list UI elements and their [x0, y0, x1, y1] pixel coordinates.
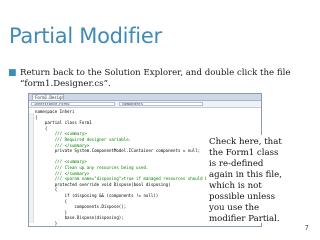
callout-line: which is not — [209, 181, 262, 191]
editor-tab[interactable]: Form1.Designer.cs* — [32, 94, 64, 100]
annotation-callout: Check here, that the Form1 class is re-def… — [206, 135, 302, 224]
callout-line: Check here, that — [209, 137, 282, 147]
callout-line: the Form1 class — [209, 148, 279, 158]
callout-line: modifier Partial. — [209, 214, 280, 224]
editor-tabstrip: Form1.Designer.cs* — [29, 94, 261, 101]
type-dropdown[interactable]: Inheritance.Form1 — [31, 102, 115, 106]
callout-line: again in this file, — [209, 170, 282, 180]
editor-navigation-bar: Inheritance.Form1 components — [29, 101, 261, 108]
callout-line: you use the — [209, 203, 260, 213]
callout-line: possible unless — [209, 192, 276, 202]
member-dropdown[interactable]: components — [119, 102, 203, 106]
slide-title: Partial Modifier — [9, 24, 162, 48]
callout-line: is re-defined — [209, 159, 264, 169]
page-number: 7 — [304, 224, 309, 232]
bullet-icon: ■ — [8, 68, 17, 78]
bullet-item: ■ Return back to the Solution Explorer, … — [8, 68, 314, 89]
bullet-text: Return back to the Solution Explorer, an… — [20, 68, 291, 89]
